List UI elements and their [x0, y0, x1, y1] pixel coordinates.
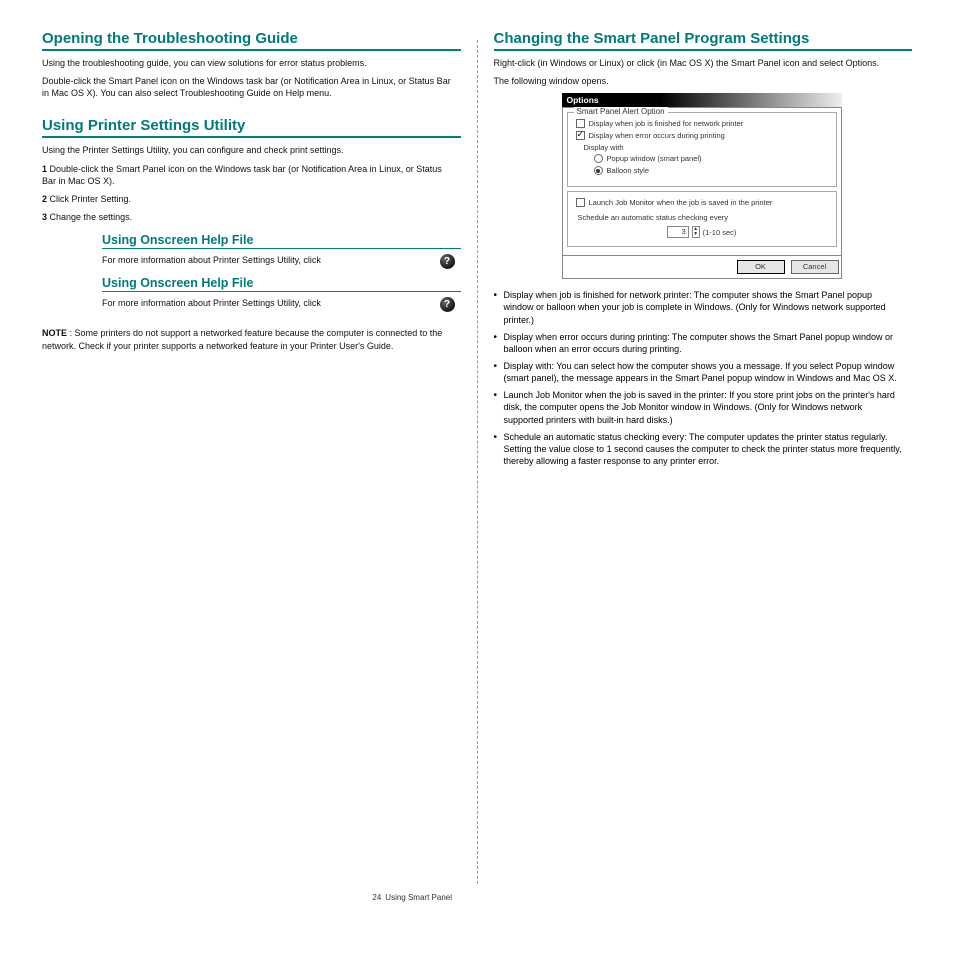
- heading-change-settings: Changing the Smart Panel Program Setting…: [494, 30, 913, 47]
- interval-hint: (1-10 sec): [703, 228, 737, 237]
- subheading-onscreen-help-2: Using Onscreen Help File: [102, 276, 461, 290]
- step-number: 1: [42, 164, 47, 174]
- checkbox-row-error[interactable]: Display when error occurs during printin…: [576, 131, 828, 140]
- note-head: NOTE: [42, 328, 67, 338]
- checkbox-label: Display when error occurs during printin…: [589, 132, 725, 140]
- paragraph-help: For more information about Printer Setti…: [102, 297, 461, 309]
- paragraph-help: For more information about Printer Setti…: [102, 254, 461, 266]
- list-item: Display when job is finished for network…: [494, 289, 904, 325]
- step-text: Change the settings.: [50, 212, 133, 222]
- dialog-button-row: OK Cancel: [562, 256, 842, 279]
- step: 2 Click Printer Setting.: [42, 193, 452, 205]
- dialog-title: Options: [562, 93, 842, 107]
- radio-icon[interactable]: [594, 166, 603, 175]
- checkbox-icon[interactable]: [576, 198, 585, 207]
- schedule-label: Schedule an automatic status checking ev…: [578, 213, 828, 222]
- list-item: Schedule an automatic status checking ev…: [494, 431, 904, 467]
- checkbox-row-jobmonitor[interactable]: Launch Job Monitor when the job is saved…: [576, 198, 828, 207]
- right-column: Changing the Smart Panel Program Setting…: [482, 30, 925, 924]
- display-with-label: Display with: [584, 143, 828, 152]
- list-item: Display when error occurs during printin…: [494, 331, 904, 355]
- left-column: Opening the Troubleshooting Guide Using …: [30, 30, 473, 924]
- paragraph: Double-click the Smart Panel icon on the…: [42, 75, 452, 99]
- note-text: : Some printers do not support a network…: [42, 328, 442, 350]
- subheading-onscreen-help: Using Onscreen Help File: [102, 233, 461, 247]
- monitor-fieldset: Launch Job Monitor when the job is saved…: [567, 191, 837, 247]
- page: Opening the Troubleshooting Guide Using …: [0, 0, 954, 954]
- radio-row-popup[interactable]: Popup window (smart panel): [594, 154, 828, 163]
- step-text: Click Printer Setting.: [50, 194, 132, 204]
- heading-troubleshooting: Opening the Troubleshooting Guide: [42, 30, 461, 47]
- footer-label: Using Smart Panel: [385, 893, 452, 902]
- step: 3 Change the settings.: [42, 211, 452, 223]
- step-number: 3: [42, 212, 47, 222]
- rule: [42, 136, 461, 138]
- paragraph: Right-click (in Windows or Linux) or cli…: [494, 57, 904, 69]
- paragraph: The following window opens.: [494, 75, 904, 87]
- radio-icon[interactable]: [594, 154, 603, 163]
- rule: [42, 49, 461, 51]
- help-icon[interactable]: ?: [440, 297, 455, 312]
- help-text: For more information about Printer Setti…: [102, 298, 321, 308]
- alert-option-fieldset: Smart Panel Alert Option Display when jo…: [567, 112, 837, 187]
- fieldset-legend: Smart Panel Alert Option: [574, 107, 668, 116]
- checkbox-icon[interactable]: [576, 131, 585, 140]
- options-dialog: Options Smart Panel Alert Option Display…: [562, 93, 842, 279]
- paragraph: Using the troubleshooting guide, you can…: [42, 57, 452, 69]
- list-item: Launch Job Monitor when the job is saved…: [494, 389, 904, 425]
- help-text: For more information about Printer Setti…: [102, 255, 321, 265]
- radio-label: Balloon style: [607, 167, 650, 175]
- checkbox-icon[interactable]: [576, 119, 585, 128]
- rule: [494, 49, 913, 51]
- step-number: 2: [42, 194, 47, 204]
- spinner[interactable]: ▲ ▼: [692, 226, 700, 238]
- footer-left: 24 Using Smart Panel: [42, 893, 452, 902]
- step: 1 Double-click the Smart Panel icon on t…: [42, 163, 452, 187]
- checkbox-label: Launch Job Monitor when the job is saved…: [589, 199, 773, 207]
- help-icon[interactable]: ?: [440, 254, 455, 269]
- step-text: Double-click the Smart Panel icon on the…: [42, 164, 442, 186]
- option-description-list: Display when job is finished for network…: [494, 289, 904, 467]
- dialog-body: Smart Panel Alert Option Display when jo…: [562, 107, 842, 256]
- checkbox-row-finished[interactable]: Display when job is finished for network…: [576, 119, 828, 128]
- rule-thin: [102, 291, 461, 292]
- radio-row-balloon[interactable]: Balloon style: [594, 166, 828, 175]
- cancel-button[interactable]: Cancel: [791, 260, 839, 274]
- spinner-down-icon[interactable]: ▼: [693, 232, 699, 237]
- radio-label: Popup window (smart panel): [607, 155, 702, 163]
- note-block: NOTE : Some printers do not support a ne…: [42, 327, 452, 351]
- interval-input[interactable]: 3: [667, 226, 689, 238]
- schedule-row: 3 ▲ ▼ (1-10 sec): [576, 226, 828, 238]
- rule-thin: [102, 248, 461, 249]
- heading-settings-utility: Using Printer Settings Utility: [42, 117, 461, 134]
- column-divider: [477, 40, 478, 884]
- list-item: Display with: You can select how the com…: [494, 360, 904, 384]
- page-number: 24: [372, 893, 381, 902]
- checkbox-label: Display when job is finished for network…: [589, 120, 744, 128]
- ok-button[interactable]: OK: [737, 260, 785, 274]
- paragraph: Using the Printer Settings Utility, you …: [42, 144, 452, 156]
